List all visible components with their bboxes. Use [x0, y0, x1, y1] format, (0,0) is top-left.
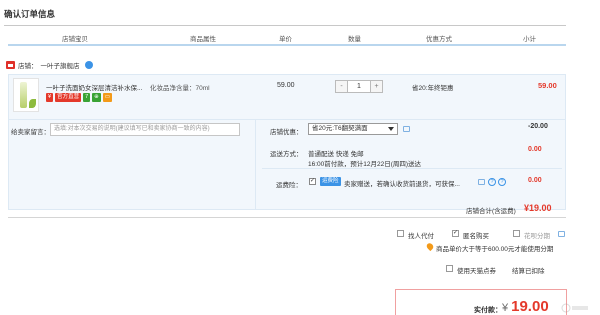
quantity-decrement-button[interactable]: - — [336, 81, 347, 92]
title-divider — [4, 25, 566, 26]
comment-icon[interactable] — [403, 126, 410, 132]
comment-icon[interactable] — [558, 231, 565, 237]
payment-label: 实付款： — [474, 307, 502, 314]
column-header-promotion: 优惠方式 — [426, 36, 452, 43]
back-to-cart-link[interactable]: 结算已扣除 — [512, 265, 545, 275]
tmall-points-checkbox[interactable] — [446, 265, 453, 272]
item-promotion: 省20:年终钜惠 — [412, 85, 454, 92]
chevron-down-icon — [388, 127, 394, 131]
column-header-subtotal: 小计 — [523, 36, 536, 43]
anonymous-label: 匿名购买 — [463, 233, 489, 240]
shop-total-label: 店铺合计(含运费) — [466, 208, 516, 215]
chat-icon[interactable] — [84, 61, 93, 69]
product-tube-graphic — [20, 82, 27, 108]
shipping-divider — [262, 168, 562, 169]
insurance-badge: 运费险 — [320, 177, 341, 186]
shipping-label: 运送方式： — [270, 151, 303, 158]
proxy-pay-label: 找人代付 — [408, 233, 434, 240]
insurance-text: 卖家赠送，若确认收货前退货，可获保... — [344, 181, 460, 188]
column-header-quantity: 数量 — [348, 36, 361, 43]
store-icon — [6, 61, 15, 69]
shop-discount-label: 店铺优惠： — [270, 129, 303, 136]
product-name-link[interactable]: 一叶子洗面奶女深层清洁补水保... — [46, 82, 142, 92]
insurance-label: 运费险： — [276, 182, 302, 189]
seller-message-input[interactable]: 选填:对本次交易的说明(建议填写已和卖家协商一致的内容) — [50, 123, 240, 136]
currency-symbol: ¥ — [502, 302, 509, 314]
page-title: 确认订单信息 — [4, 9, 56, 19]
seven-day-return-badge: 7 — [83, 93, 91, 102]
installment-checkbox[interactable] — [513, 230, 520, 237]
shipping-method: 普通配送 快递 免邮 — [308, 151, 364, 158]
shop-name-link[interactable]: 一叶子旗舰店 — [41, 60, 80, 70]
product-thumbnail[interactable] — [13, 78, 39, 112]
watermark-logo — [561, 303, 588, 313]
seller-message-label: 给卖家留言： — [11, 129, 50, 136]
unit-price: 59.00 — [277, 82, 295, 89]
shop-discount-select[interactable]: 省20元:T6翻契满面 — [308, 123, 398, 135]
total-divider — [8, 217, 566, 218]
quantity-stepper: - 1 + — [335, 80, 383, 93]
quantity-input[interactable]: 1 — [347, 81, 371, 92]
column-header-attributes: 商品属性 — [190, 36, 216, 43]
shop-discount-selected: 省20元:T6翻契满面 — [312, 125, 368, 132]
shop-line: 店铺： 一叶子旗舰店 — [6, 60, 93, 70]
shipping-eta: 16:00前付款，预计12月22日(周四)送达 — [308, 161, 422, 168]
help-icon[interactable]: ? — [498, 178, 506, 186]
shop-discount-amount: -20.00 — [528, 123, 548, 130]
proxy-pay-checkbox[interactable] — [397, 230, 404, 237]
header-divider — [8, 44, 566, 46]
quantity-increment-button[interactable]: + — [371, 81, 382, 92]
shipping-badge-icon: ¥ — [46, 93, 54, 102]
guarantee-badge: ⊕ — [92, 93, 101, 102]
shop-label: 店铺： — [18, 63, 38, 70]
shop-total-value: ¥19.00 — [524, 203, 552, 213]
product-leaf-graphic — [29, 99, 36, 108]
insurance-checkbox[interactable]: ✓ — [309, 178, 316, 185]
shipping-amount: 0.00 — [528, 146, 542, 153]
item-subtotal: 59.00 — [538, 81, 557, 90]
payment-amount: 19.00 — [511, 298, 549, 315]
tmall-points-label: 使用天猫点券 — [457, 268, 496, 275]
official-store-badge: 官方直营 — [55, 93, 82, 102]
extras-divider — [255, 120, 256, 210]
column-header-items: 店铺宝贝 — [62, 36, 88, 43]
column-header-price: 单价 — [279, 36, 292, 43]
comment-icon[interactable] — [478, 179, 485, 185]
product-badges: ¥ 官方直营 7 ⊕ ▭ — [46, 93, 112, 102]
payment-total: ¥19.00 — [502, 298, 549, 315]
installment-label: 花呗分期 — [524, 233, 550, 240]
product-spec: 化妆品净含量：70ml — [150, 85, 210, 92]
installment-note: 商品单价大于等于600.00元才能使用分期 — [436, 246, 554, 253]
insurance-amount: 0.00 — [528, 177, 542, 184]
location-pin-icon — [425, 241, 435, 252]
help-icon[interactable]: ? — [488, 178, 496, 186]
anonymous-checkbox[interactable]: ✓ — [452, 230, 459, 237]
credit-card-badge-icon: ▭ — [102, 93, 112, 102]
